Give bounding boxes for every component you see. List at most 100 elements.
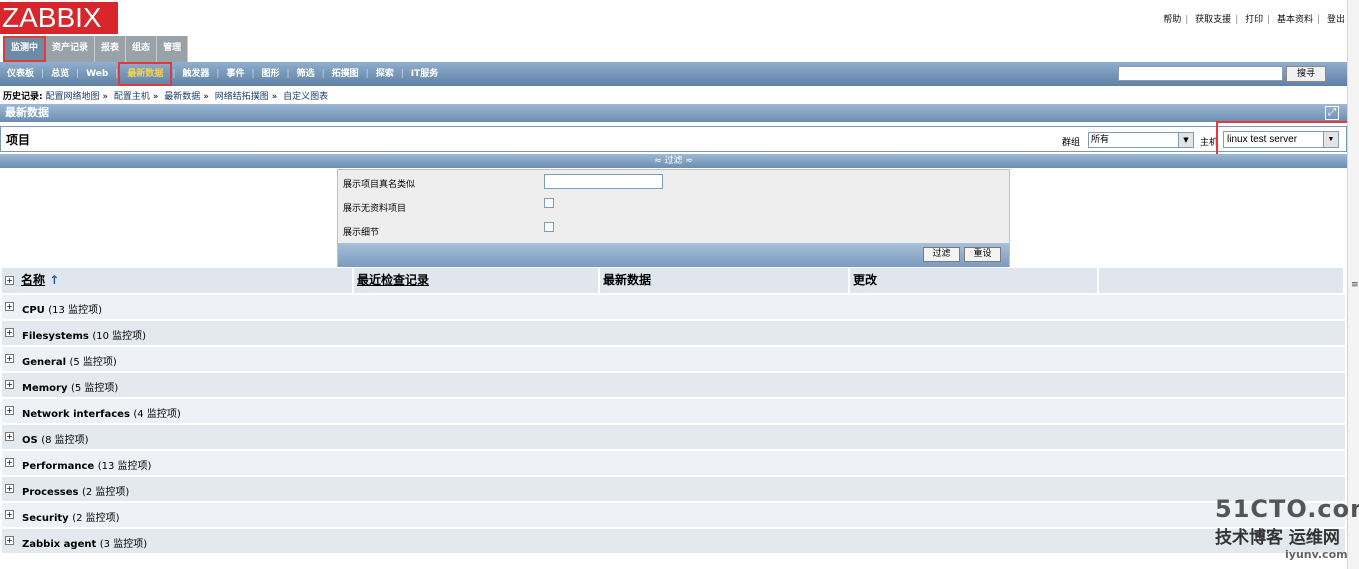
table-row[interactable]: + Performance (13 监控项) <box>2 451 1345 475</box>
column-latest-data: 最新数据 <box>600 268 850 293</box>
filter-name-label: 展示项目真名类似 <box>343 180 416 190</box>
menu-icon[interactable]: ≡ <box>1351 280 1359 290</box>
group-label: 群组 <box>1062 138 1081 148</box>
items-title: 项目 <box>6 133 31 147</box>
filter-details-checkbox[interactable] <box>544 222 554 232</box>
subnav-dashboard[interactable]: 仪表板 <box>0 62 41 86</box>
row-count: (2 监控项) <box>72 513 120 524</box>
history-item[interactable]: 配置网络地图 <box>45 92 99 102</box>
group-select-value: 所有 <box>1091 135 1110 145</box>
filter-nodata-checkbox[interactable] <box>544 198 554 208</box>
subnav-discovery[interactable]: 探索 <box>369 62 401 86</box>
row-count: (5 监控项) <box>70 383 119 394</box>
row-count: (10 监控项) <box>92 331 147 342</box>
row-name: General <box>22 357 66 368</box>
watermark-line3: iyunv.com <box>1285 548 1348 561</box>
expand-icon[interactable]: + <box>5 406 14 415</box>
subnav-latest-data[interactable]: 最新数据 <box>118 62 173 86</box>
tab-administration[interactable]: 管理 <box>157 36 189 62</box>
reset-button[interactable]: 重设 <box>964 247 1001 262</box>
watermark-line2: 技术博客 运维网 <box>1215 528 1340 548</box>
filter-name-input[interactable] <box>544 174 663 189</box>
expand-icon[interactable]: + <box>5 536 14 545</box>
expand-icon[interactable]: + <box>5 302 14 311</box>
search-button[interactable]: 搜寻 <box>1286 66 1326 82</box>
column-last-check[interactable]: 最近检查记录 <box>354 268 600 293</box>
table-row[interactable]: + OS (8 监控项) <box>2 425 1345 449</box>
row-name: CPU <box>22 305 45 316</box>
expand-icon[interactable]: + <box>5 458 14 467</box>
expand-icon[interactable]: + <box>5 354 14 363</box>
subnav-maps[interactable]: 拓撲图 <box>325 62 366 86</box>
table-row[interactable]: + Filesystems (10 监控项) <box>2 321 1345 345</box>
filter-nodata-label: 展示无资料项目 <box>343 204 407 214</box>
column-name-label: 名称 <box>21 273 46 287</box>
filter-details-label: 展示细节 <box>343 228 380 238</box>
expand-icon[interactable]: + <box>5 484 14 493</box>
search-input[interactable] <box>1118 66 1283 81</box>
table-row[interactable]: + Security (2 监控项) <box>2 503 1345 527</box>
row-name: Processes <box>22 487 79 498</box>
column-last-check-label: 最近检查记录 <box>357 273 430 287</box>
row-name: Memory <box>22 383 68 394</box>
table-row[interactable]: + General (5 监控项) <box>2 347 1345 371</box>
print-link[interactable]: 打印 <box>1245 15 1263 25</box>
main-tabs: 监测中 资产记录 报表 组态 管理 <box>3 36 189 62</box>
row-count: (8 监控项) <box>41 435 89 446</box>
subnav-events[interactable]: 事件 <box>219 62 251 86</box>
help-link[interactable]: 帮助 <box>1163 15 1181 25</box>
sort-asc-icon: ↑ <box>49 273 60 287</box>
row-count: (5 监控项) <box>69 357 117 368</box>
watermark: 51CTO.com 技术博客 运维网 iyunv.com <box>1215 495 1359 561</box>
tab-reports[interactable]: 报表 <box>95 36 127 62</box>
column-name[interactable]: 名称 ↑ <box>18 268 354 293</box>
table-row[interactable]: + Network interfaces (4 监控项) <box>2 399 1345 423</box>
history-item[interactable]: 最新数据 <box>164 92 200 102</box>
row-name: OS <box>22 435 38 446</box>
history-breadcrumb: 历史记录: 配置网络地图» 配置主机» 最新数据» 网络结拓撲图» 自定义图表 <box>3 92 329 102</box>
top-links: 帮助 | 获取支援 | 打印 | 基本资料 | 登出 <box>1163 15 1345 25</box>
filter-toggle[interactable]: ≈ 过滤 ≈ <box>0 154 1347 168</box>
subnav-triggers[interactable]: 触发器 <box>175 62 216 86</box>
row-name: Performance <box>22 461 95 472</box>
filter-actions <box>338 243 1009 267</box>
group-select[interactable]: 所有 ▼ <box>1088 132 1194 148</box>
history-item[interactable]: 网络结拓撲图 <box>215 92 269 102</box>
watermark-line1: 51CTO.com <box>1215 495 1359 523</box>
column-change: 更改 <box>850 268 1099 293</box>
logout-link[interactable]: 登出 <box>1327 15 1345 25</box>
row-count: (3 监控项) <box>99 539 148 550</box>
expand-all-icon[interactable]: + <box>5 276 14 285</box>
history-item[interactable]: 配置主机 <box>114 92 150 102</box>
table-row[interactable]: + Processes (2 监控项) <box>2 477 1345 501</box>
row-count: (4 监控项) <box>133 409 181 420</box>
subnav-screens[interactable]: 筛选 <box>290 62 322 86</box>
column-extra <box>1099 268 1345 293</box>
row-name: Network interfaces <box>22 409 130 420</box>
row-name: Zabbix agent <box>22 539 97 550</box>
subnav-graphs[interactable]: 图形 <box>255 62 287 86</box>
filter-button[interactable]: 过滤 <box>923 247 960 262</box>
row-name: Filesystems <box>22 331 89 342</box>
expand-icon[interactable]: + <box>5 432 14 441</box>
row-count: (13 监控项) <box>97 461 152 472</box>
subnav-web[interactable]: Web <box>79 62 115 86</box>
tab-configuration[interactable]: 组态 <box>126 36 158 62</box>
fullscreen-icon[interactable]: ⤢ <box>1325 106 1339 120</box>
tab-inventory[interactable]: 资产记录 <box>46 36 96 62</box>
support-link[interactable]: 获取支援 <box>1195 15 1231 25</box>
expand-icon[interactable]: + <box>5 380 14 389</box>
profile-link[interactable]: 基本资料 <box>1277 15 1313 25</box>
table-row[interactable]: + CPU (13 监控项) <box>2 295 1345 319</box>
expand-icon[interactable]: + <box>5 510 14 519</box>
row-name: Security <box>22 513 69 524</box>
table-row[interactable]: + Memory (5 监控项) <box>2 373 1345 397</box>
subnav-overview[interactable]: 总览 <box>44 62 76 86</box>
table-row[interactable]: + Zabbix agent (3 监控项) <box>2 529 1345 553</box>
row-count: (2 监控项) <box>81 487 130 498</box>
row-count: (13 监控项) <box>48 305 102 316</box>
subnav-it-services[interactable]: IT服务 <box>404 62 446 86</box>
history-item[interactable]: 自定义图表 <box>283 92 328 102</box>
tab-monitoring[interactable]: 监测中 <box>3 36 47 62</box>
expand-icon[interactable]: + <box>5 328 14 337</box>
